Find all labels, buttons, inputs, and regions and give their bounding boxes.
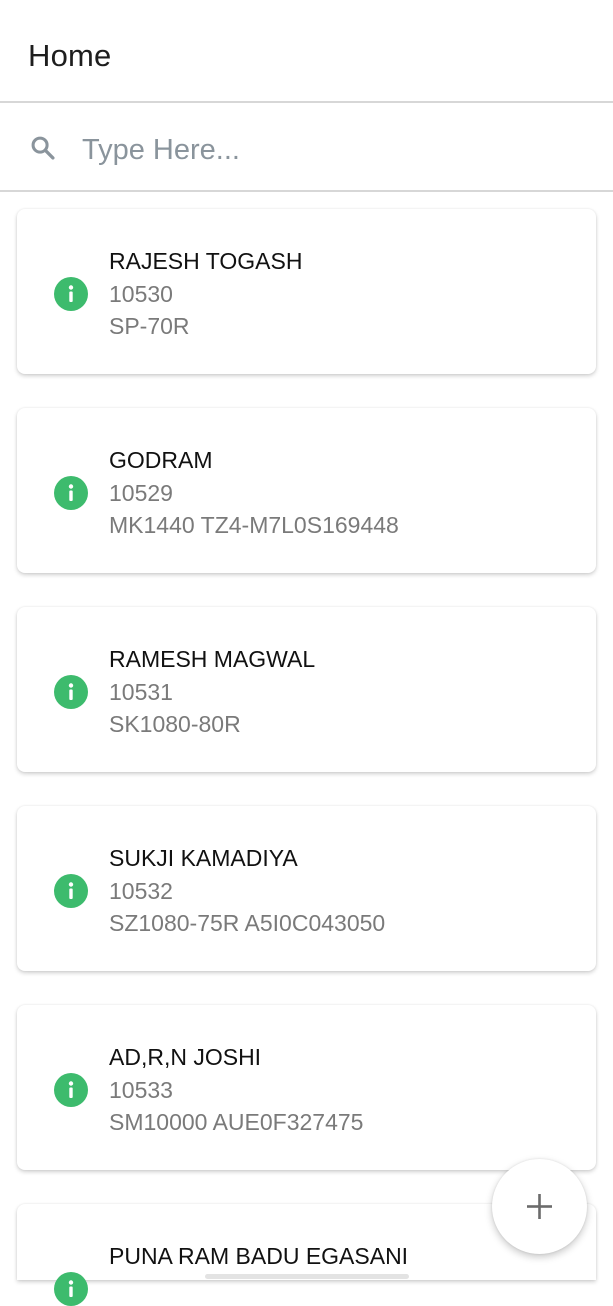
scroll-indicator xyxy=(205,1274,409,1279)
item-code: 10532 xyxy=(109,878,173,904)
list-item[interactable]: AD,R,N JOSHI 10533 SM10000 AUE0F327475 xyxy=(17,1005,596,1170)
item-model: SK1080-80R xyxy=(109,711,241,737)
info-icon xyxy=(54,675,88,709)
item-name: GODRAM xyxy=(109,447,213,473)
item-code: 10531 xyxy=(109,679,173,705)
info-icon xyxy=(54,874,88,908)
info-icon xyxy=(54,1073,88,1107)
item-name: RAJESH TOGASH xyxy=(109,248,303,274)
list-item[interactable]: RAMESH MAGWAL 10531 SK1080-80R xyxy=(17,607,596,772)
item-model: MK1440 TZ4-M7L0S169448 xyxy=(109,512,399,538)
item-code: 10533 xyxy=(109,1077,173,1103)
item-code: 10530 xyxy=(109,281,173,307)
item-model: SP-70R xyxy=(109,313,190,339)
app-header: Home xyxy=(0,0,613,103)
plus-icon xyxy=(527,1194,552,1219)
item-model: SZ1080-75R A5I0C043050 xyxy=(109,910,386,936)
info-icon xyxy=(54,476,88,510)
list-item[interactable]: SUKJI KAMADIYA 10532 SZ1080-75R A5I0C043… xyxy=(17,806,596,971)
item-name: PUNA RAM BADU EGASANI xyxy=(109,1243,409,1269)
item-name: SUKJI KAMADIYA xyxy=(109,845,298,871)
info-icon xyxy=(54,1272,88,1306)
page-title: Home xyxy=(28,38,112,73)
item-name: AD,R,N JOSHI xyxy=(109,1044,262,1070)
item-model: SM10000 AUE0F327475 xyxy=(109,1109,364,1135)
item-code: 10529 xyxy=(109,480,173,506)
item-name: RAMESH MAGWAL xyxy=(109,646,316,672)
list-item[interactable]: RAJESH TOGASH 10530 SP-70R xyxy=(17,209,596,374)
search-input[interactable] xyxy=(80,125,584,175)
search-icon xyxy=(31,136,55,160)
info-icon xyxy=(54,277,88,311)
list-item[interactable]: GODRAM 10529 MK1440 TZ4-M7L0S169448 xyxy=(17,408,596,573)
add-button[interactable] xyxy=(492,1159,587,1254)
